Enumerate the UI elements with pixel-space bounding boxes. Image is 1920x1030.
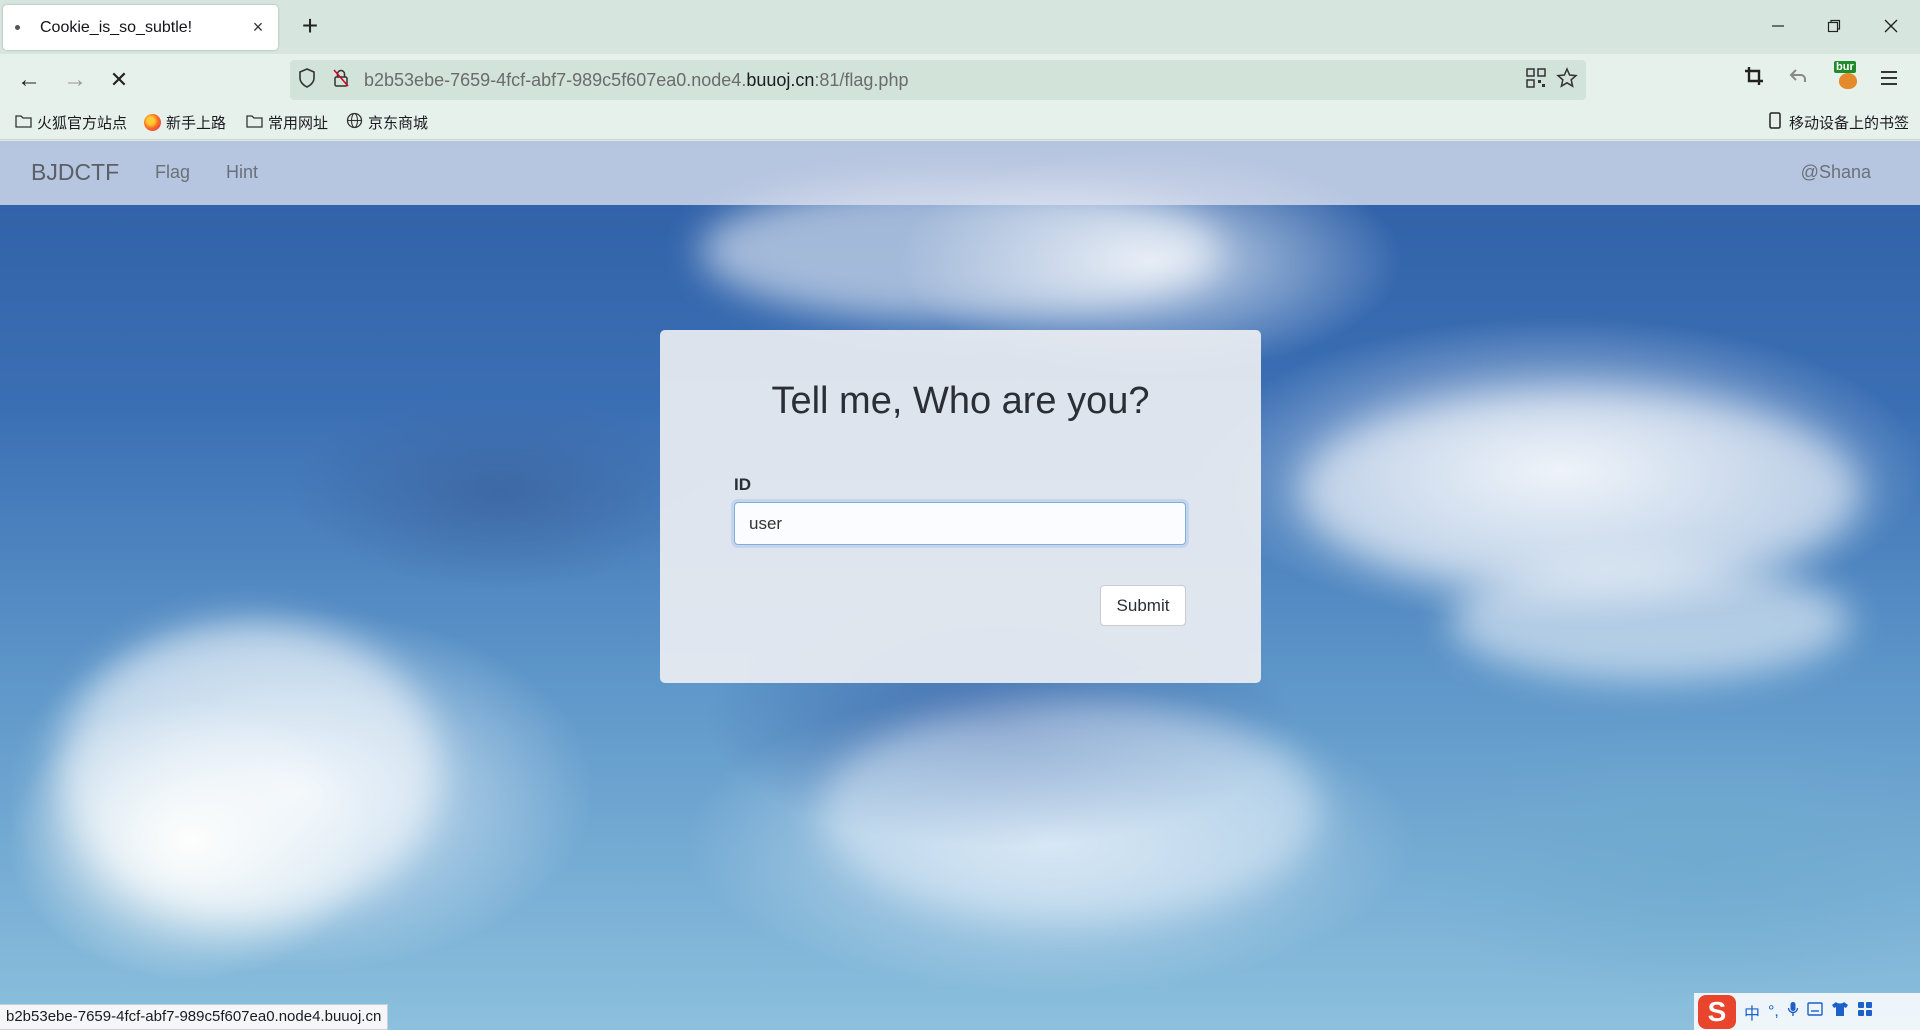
bookmark-star-icon[interactable] (1556, 66, 1578, 94)
stop-button[interactable]: ✕ (100, 61, 138, 99)
new-tab-button[interactable]: + (293, 10, 327, 44)
status-bar: b2b53ebe-7659-4fcf-abf7-989c5f607ea0.nod… (0, 1004, 389, 1030)
tab-loading-icon (15, 25, 20, 30)
restore-icon (1827, 19, 1841, 33)
restore-button[interactable] (1811, 8, 1857, 46)
folder-icon (245, 114, 263, 132)
keyboard-icon[interactable] (1807, 1002, 1823, 1021)
login-card: Tell me, Who are you? ID user Submit (660, 330, 1261, 683)
crop-icon[interactable] (1735, 61, 1773, 99)
navigation-toolbar: ← → ✕ b2b53ebe-7659-4fcf-abf7-989c5f607e… (0, 54, 1920, 106)
background-cloud (1450, 561, 1850, 681)
sogou-logo-icon[interactable]: S (1698, 994, 1736, 1029)
title-bar: Cookie_is_so_subtle! × + (0, 0, 1920, 54)
ime-mode[interactable]: 中 (1744, 1000, 1760, 1024)
mobile-bookmarks[interactable]: 移动设备上的书签 (1766, 112, 1909, 133)
bookmark-item[interactable]: 常用网址 (245, 112, 328, 133)
skin-shirt-icon[interactable] (1831, 1001, 1849, 1022)
close-icon (1884, 19, 1898, 33)
background-cloud (60, 621, 440, 921)
back-button[interactable]: ← (10, 61, 48, 99)
minimize-button[interactable] (1755, 8, 1801, 46)
toolbox-grid-icon[interactable] (1857, 1001, 1873, 1022)
bookmark-item[interactable]: 京东商城 (345, 112, 428, 133)
form-title: Tell me, Who are you? (771, 380, 1150, 422)
user-link[interactable]: @Shana (1801, 162, 1871, 183)
submit-button[interactable]: Submit (1100, 585, 1186, 626)
qr-code-icon[interactable] (1526, 67, 1546, 93)
ime-toolbar[interactable]: S 中 °, (1694, 993, 1920, 1030)
close-window-button[interactable] (1868, 8, 1914, 46)
id-input[interactable]: user (734, 502, 1186, 545)
forward-button[interactable]: → (56, 61, 94, 99)
tab-title: Cookie_is_so_subtle! (40, 18, 193, 36)
insecure-lock-icon[interactable] (324, 68, 358, 93)
bookmark-item[interactable]: 火狐官方站点 (14, 112, 127, 133)
undo-icon[interactable] (1779, 61, 1817, 99)
microphone-icon[interactable] (1787, 1001, 1799, 1022)
address-bar[interactable]: b2b53ebe-7659-4fcf-abf7-989c5f607ea0.nod… (290, 60, 1586, 100)
globe-icon (345, 112, 363, 133)
burp-extension-icon[interactable]: bur (1834, 61, 1862, 91)
tab-close-icon[interactable]: × (248, 17, 268, 38)
background-cloud (820, 701, 1320, 921)
mobile-device-icon (1766, 112, 1784, 133)
site-navbar: BJDCTF Flag Hint @Shana (0, 141, 1920, 205)
browser-tab[interactable]: Cookie_is_so_subtle! × (3, 5, 278, 50)
minimize-icon (1772, 25, 1784, 27)
id-label: ID (734, 475, 751, 494)
background-cloud (1300, 391, 1860, 591)
nav-link-flag[interactable]: Flag (155, 162, 190, 183)
folder-icon (14, 114, 32, 132)
url-text: b2b53ebe-7659-4fcf-abf7-989c5f607ea0.nod… (364, 69, 909, 90)
bookmark-item[interactable]: 新手上路 (144, 112, 226, 133)
shield-icon[interactable] (290, 67, 324, 93)
site-brand[interactable]: BJDCTF (31, 159, 119, 186)
firefox-icon (144, 114, 161, 131)
page-content: BJDCTF Flag Hint @Shana Tell me, Who are… (0, 141, 1920, 1030)
menu-icon[interactable] (1870, 61, 1908, 99)
nav-link-hint[interactable]: Hint (226, 162, 258, 183)
punctuation-icon[interactable]: °, (1768, 1003, 1779, 1021)
bookmarks-toolbar: 火狐官方站点 新手上路 常用网址 京东商城 移动设备上的书签 (0, 106, 1920, 140)
